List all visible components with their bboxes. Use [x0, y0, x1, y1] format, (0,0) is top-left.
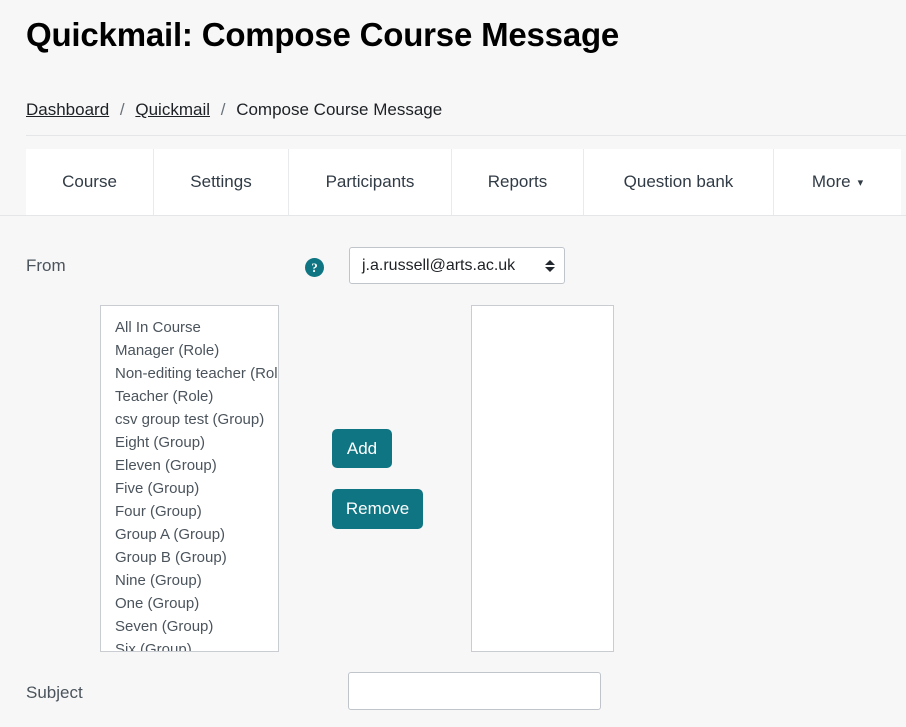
tab-label: Reports [487, 172, 548, 191]
list-item[interactable]: All In Course [101, 316, 278, 339]
from-label: From [26, 256, 66, 275]
add-button[interactable]: Add [332, 429, 392, 468]
tab-bar-divider [0, 215, 906, 216]
breadcrumb-item-dashboard[interactable]: Dashboard [26, 100, 109, 119]
list-item[interactable]: Group B (Group) [101, 546, 278, 569]
breadcrumb-separator: / [119, 100, 125, 119]
help-circle-icon[interactable]: ? [305, 258, 324, 277]
tab-question-bank[interactable]: Question bank [584, 149, 774, 215]
breadcrumb: Dashboard / Quickmail / Compose Course M… [26, 99, 442, 121]
breadcrumb-item-current: Compose Course Message [236, 100, 443, 119]
list-item[interactable]: csv group test (Group) [101, 408, 278, 431]
list-item[interactable]: Four (Group) [101, 500, 278, 523]
list-item[interactable]: Seven (Group) [101, 615, 278, 638]
select-arrows-icon [536, 259, 564, 272]
subject-input[interactable] [348, 672, 601, 710]
list-item[interactable]: Five (Group) [101, 477, 278, 500]
list-item[interactable]: Manager (Role) [101, 339, 278, 362]
from-select[interactable]: j.a.russell@arts.ac.uk [349, 247, 565, 284]
course-tab-bar: Course Settings Participants Reports Que… [26, 149, 901, 216]
breadcrumb-separator: / [220, 100, 226, 119]
list-item[interactable]: Teacher (Role) [101, 385, 278, 408]
tab-label: More [811, 172, 851, 191]
list-item[interactable]: Eight (Group) [101, 431, 278, 454]
breadcrumb-item-quickmail[interactable]: Quickmail [135, 100, 210, 119]
page-title: Quickmail: Compose Course Message [26, 16, 620, 53]
list-item[interactable]: Eleven (Group) [101, 454, 278, 477]
list-item[interactable]: One (Group) [101, 592, 278, 615]
tab-course[interactable]: Course [26, 149, 154, 215]
list-item[interactable]: Six (Group) [101, 638, 278, 651]
list-item[interactable]: Nine (Group) [101, 569, 278, 592]
list-item[interactable]: Group A (Group) [101, 523, 278, 546]
available-recipients-listbox[interactable]: All In Course Manager (Role) Non-editing… [100, 305, 279, 652]
subject-label: Subject [26, 683, 83, 702]
tab-label: Settings [190, 172, 252, 191]
tab-reports[interactable]: Reports [452, 149, 584, 215]
tab-label: Course [62, 172, 117, 191]
from-select-value: j.a.russell@arts.ac.uk [362, 256, 516, 274]
tab-more[interactable]: More ▾ [774, 149, 901, 215]
remove-button[interactable]: Remove [332, 489, 423, 529]
selected-recipients-listbox[interactable] [471, 305, 614, 652]
tab-participants[interactable]: Participants [289, 149, 452, 215]
tab-label: Question bank [623, 172, 734, 191]
tab-label: Participants [325, 172, 415, 191]
list-item[interactable]: Non-editing teacher (Role) [101, 362, 278, 385]
chevron-down-icon: ▾ [857, 176, 864, 189]
breadcrumb-divider [26, 135, 906, 136]
tab-settings[interactable]: Settings [154, 149, 289, 215]
